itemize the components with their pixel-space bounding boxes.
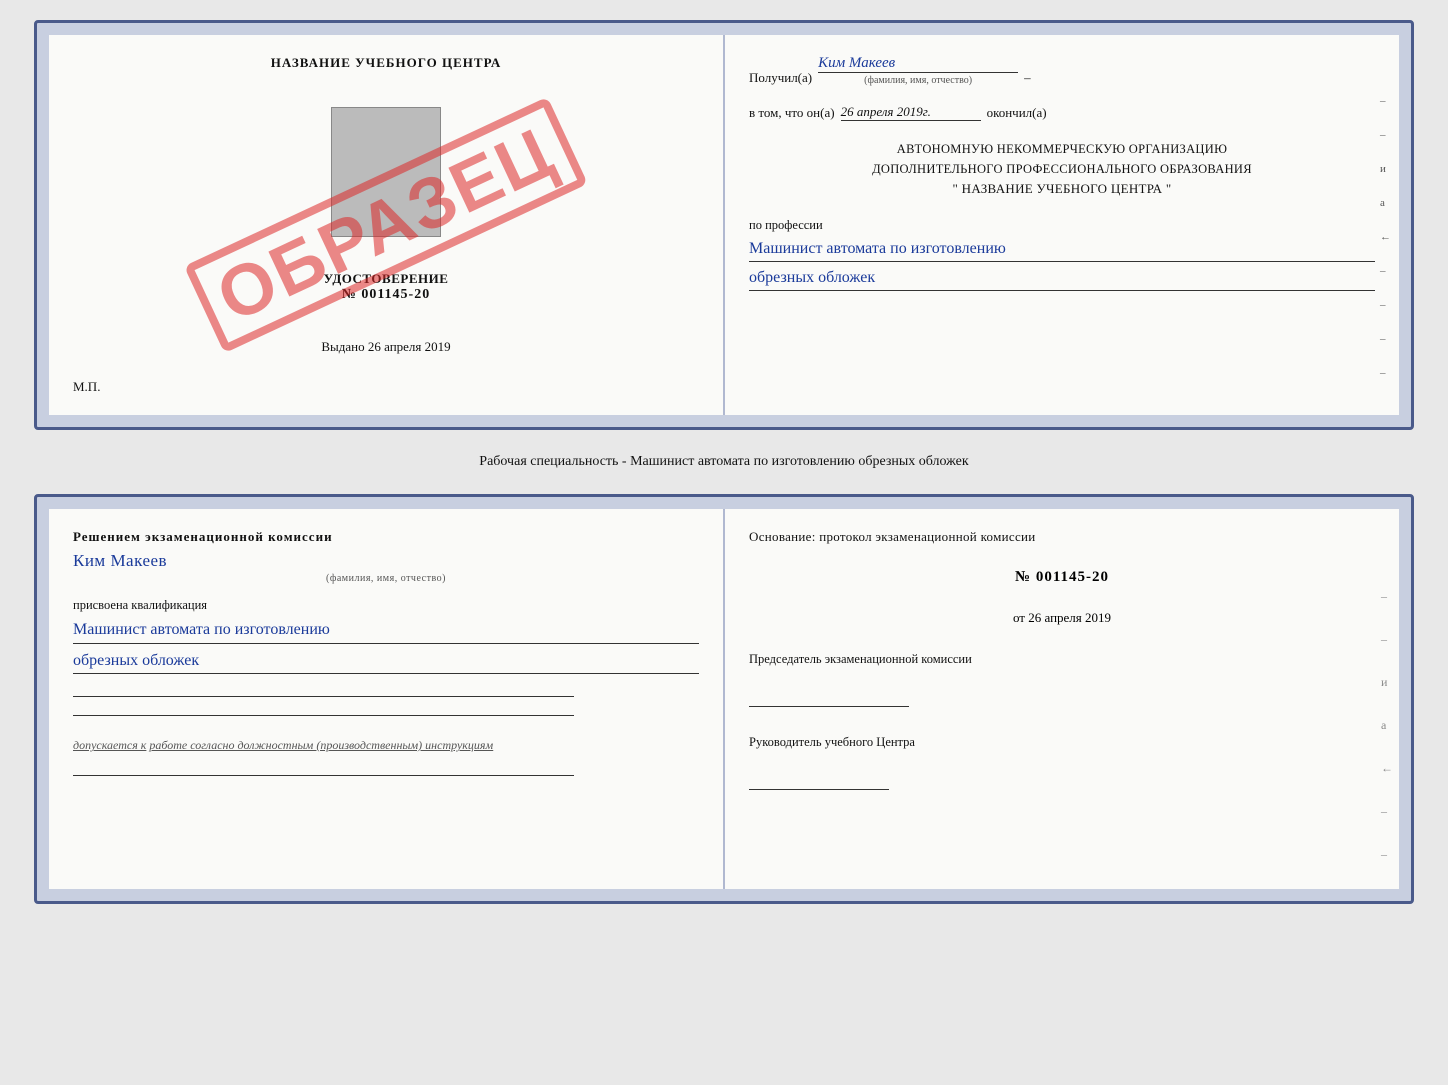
poluchil-label: Получил(а) bbox=[749, 70, 812, 86]
blank-line-2 bbox=[73, 715, 574, 716]
qualification-line1: Машинист автомата по изготовлению bbox=[73, 617, 699, 644]
rukovoditel-block: Руководитель учебного Центра bbox=[749, 735, 1375, 790]
dopuskaetsya-label: допускается к bbox=[73, 738, 146, 752]
mp-line: М.П. bbox=[73, 379, 100, 395]
description-line: Рабочая специальность - Машинист автомат… bbox=[479, 446, 968, 478]
learning-center-title: НАЗВАНИЕ УЧЕБНОГО ЦЕНТРА bbox=[271, 55, 502, 71]
deco-b4: а bbox=[1381, 718, 1393, 733]
org-line2: ДОПОЛНИТЕЛЬНОГО ПРОФЕССИОНАЛЬНОГО ОБРАЗО… bbox=[749, 159, 1375, 179]
bottom-right-decorations: – – и а ← – – – – bbox=[1381, 589, 1393, 889]
okonchil-label: окончил(а) bbox=[987, 105, 1047, 121]
org-line1: АВТОНОМНУЮ НЕКОММЕРЧЕСКУЮ ОРГАНИЗАЦИЮ bbox=[749, 139, 1375, 159]
ot-label: от bbox=[1013, 610, 1025, 625]
right-side-decorations: – – и а ← – – – – bbox=[1380, 95, 1391, 379]
udostoverenie-block: УДОСТОВЕРЕНИЕ № 001145-20 bbox=[324, 271, 449, 303]
vtom-date: 26 апреля 2019г. bbox=[841, 104, 981, 121]
profession-line1: Машинист автомата по изготовлению bbox=[749, 237, 1375, 262]
deco-7: – bbox=[1380, 299, 1391, 311]
po-professii-label: по профессии bbox=[749, 218, 823, 232]
fio-note-top: (фамилия, имя, отчество) bbox=[818, 75, 1018, 86]
deco-5: ← bbox=[1380, 231, 1391, 243]
deco-b3: и bbox=[1381, 675, 1393, 690]
poluchil-name: Ким Макеев bbox=[818, 55, 1018, 73]
vydano-date: 26 апреля 2019 bbox=[368, 339, 451, 354]
resheniem-block: Решением экзаменационной комиссии Ким Ма… bbox=[73, 529, 699, 584]
deco-8: – bbox=[1380, 333, 1391, 345]
protocol-num: № 001145-20 bbox=[749, 569, 1375, 586]
dopuskaetsya-text: работе согласно должностным (производств… bbox=[149, 738, 493, 752]
resheniem-title: Решением экзаменационной комиссии bbox=[73, 529, 699, 545]
vydano-line: Выдано 26 апреля 2019 bbox=[321, 339, 450, 355]
deco-3: и bbox=[1380, 163, 1391, 175]
bottom-document: Решением экзаменационной комиссии Ким Ма… bbox=[34, 494, 1414, 904]
ot-date-val: 26 апреля 2019 bbox=[1028, 610, 1111, 625]
deco-b6: – bbox=[1381, 804, 1393, 819]
deco-2: – bbox=[1380, 129, 1391, 141]
dash-sep: – bbox=[1024, 70, 1031, 86]
udostoverenie-num: № 001145-20 bbox=[324, 287, 449, 303]
osnovanie-title: Основание: протокол экзаменационной коми… bbox=[749, 529, 1375, 545]
prisvoena-label: присвоена квалификация bbox=[73, 598, 207, 612]
top-document: НАЗВАНИЕ УЧЕБНОГО ЦЕНТРА УДОСТОВЕРЕНИЕ №… bbox=[34, 20, 1414, 430]
rukovoditel-label: Руководитель учебного Центра bbox=[749, 735, 1375, 750]
deco-b7: – bbox=[1381, 847, 1393, 862]
person-name: Ким Макеев bbox=[73, 551, 699, 571]
fio-note-bottom: (фамилия, имя, отчество) bbox=[73, 573, 699, 584]
vtom-label: в том, что он(а) bbox=[749, 105, 835, 121]
vydano-label: Выдано bbox=[321, 339, 364, 354]
top-left-panel: НАЗВАНИЕ УЧЕБНОГО ЦЕНТРА УДОСТОВЕРЕНИЕ №… bbox=[49, 35, 725, 415]
predsedatel-block: Председатель экзаменационной комиссии bbox=[749, 652, 1375, 707]
deco-9: – bbox=[1380, 367, 1391, 379]
top-right-panel: Получил(а) Ким Макеев (фамилия, имя, отч… bbox=[725, 35, 1399, 415]
bottom-right-panel: Основание: протокол экзаменационной коми… bbox=[725, 509, 1399, 889]
blank-line-1 bbox=[73, 696, 574, 697]
vtom-line: в том, что он(а) 26 апреля 2019г. окончи… bbox=[749, 104, 1375, 121]
profession-line2: обрезных обложек bbox=[749, 266, 1375, 291]
deco-b1: – bbox=[1381, 589, 1393, 604]
deco-b2: – bbox=[1381, 632, 1393, 647]
bottom-left-panel: Решением экзаменационной комиссии Ким Ма… bbox=[49, 509, 725, 889]
deco-1: – bbox=[1380, 95, 1391, 107]
poluchil-line: Получил(а) Ким Макеев (фамилия, имя, отч… bbox=[749, 55, 1375, 86]
deco-b5: ← bbox=[1381, 761, 1393, 776]
qualification-line2: обрезных обложек bbox=[73, 648, 699, 675]
predsedatel-signature bbox=[749, 683, 909, 707]
org-block: АВТОНОМНУЮ НЕКОММЕРЧЕСКУЮ ОРГАНИЗАЦИЮ ДО… bbox=[749, 139, 1375, 200]
deco-6: – bbox=[1380, 265, 1391, 277]
org-name: " НАЗВАНИЕ УЧЕБНОГО ЦЕНТРА " bbox=[749, 179, 1375, 200]
dopuskaetsya-block: допускается к работе согласно должностны… bbox=[73, 738, 699, 753]
osnovanie-block: Основание: протокол экзаменационной коми… bbox=[749, 529, 1375, 545]
po-professii: по профессии Машинист автомата по изгото… bbox=[749, 218, 1375, 291]
rukovoditel-signature bbox=[749, 766, 889, 790]
photo-placeholder bbox=[331, 107, 441, 237]
udostoverenie-title: УДОСТОВЕРЕНИЕ bbox=[324, 271, 449, 287]
deco-4: а bbox=[1380, 197, 1391, 209]
blank-line-3 bbox=[73, 775, 574, 776]
ot-date: от 26 апреля 2019 bbox=[749, 610, 1375, 626]
predsedatel-label: Председатель экзаменационной комиссии bbox=[749, 652, 1375, 667]
blank-lines bbox=[73, 696, 699, 716]
prisvoena-block: присвоена квалификация Машинист автомата… bbox=[73, 598, 699, 674]
